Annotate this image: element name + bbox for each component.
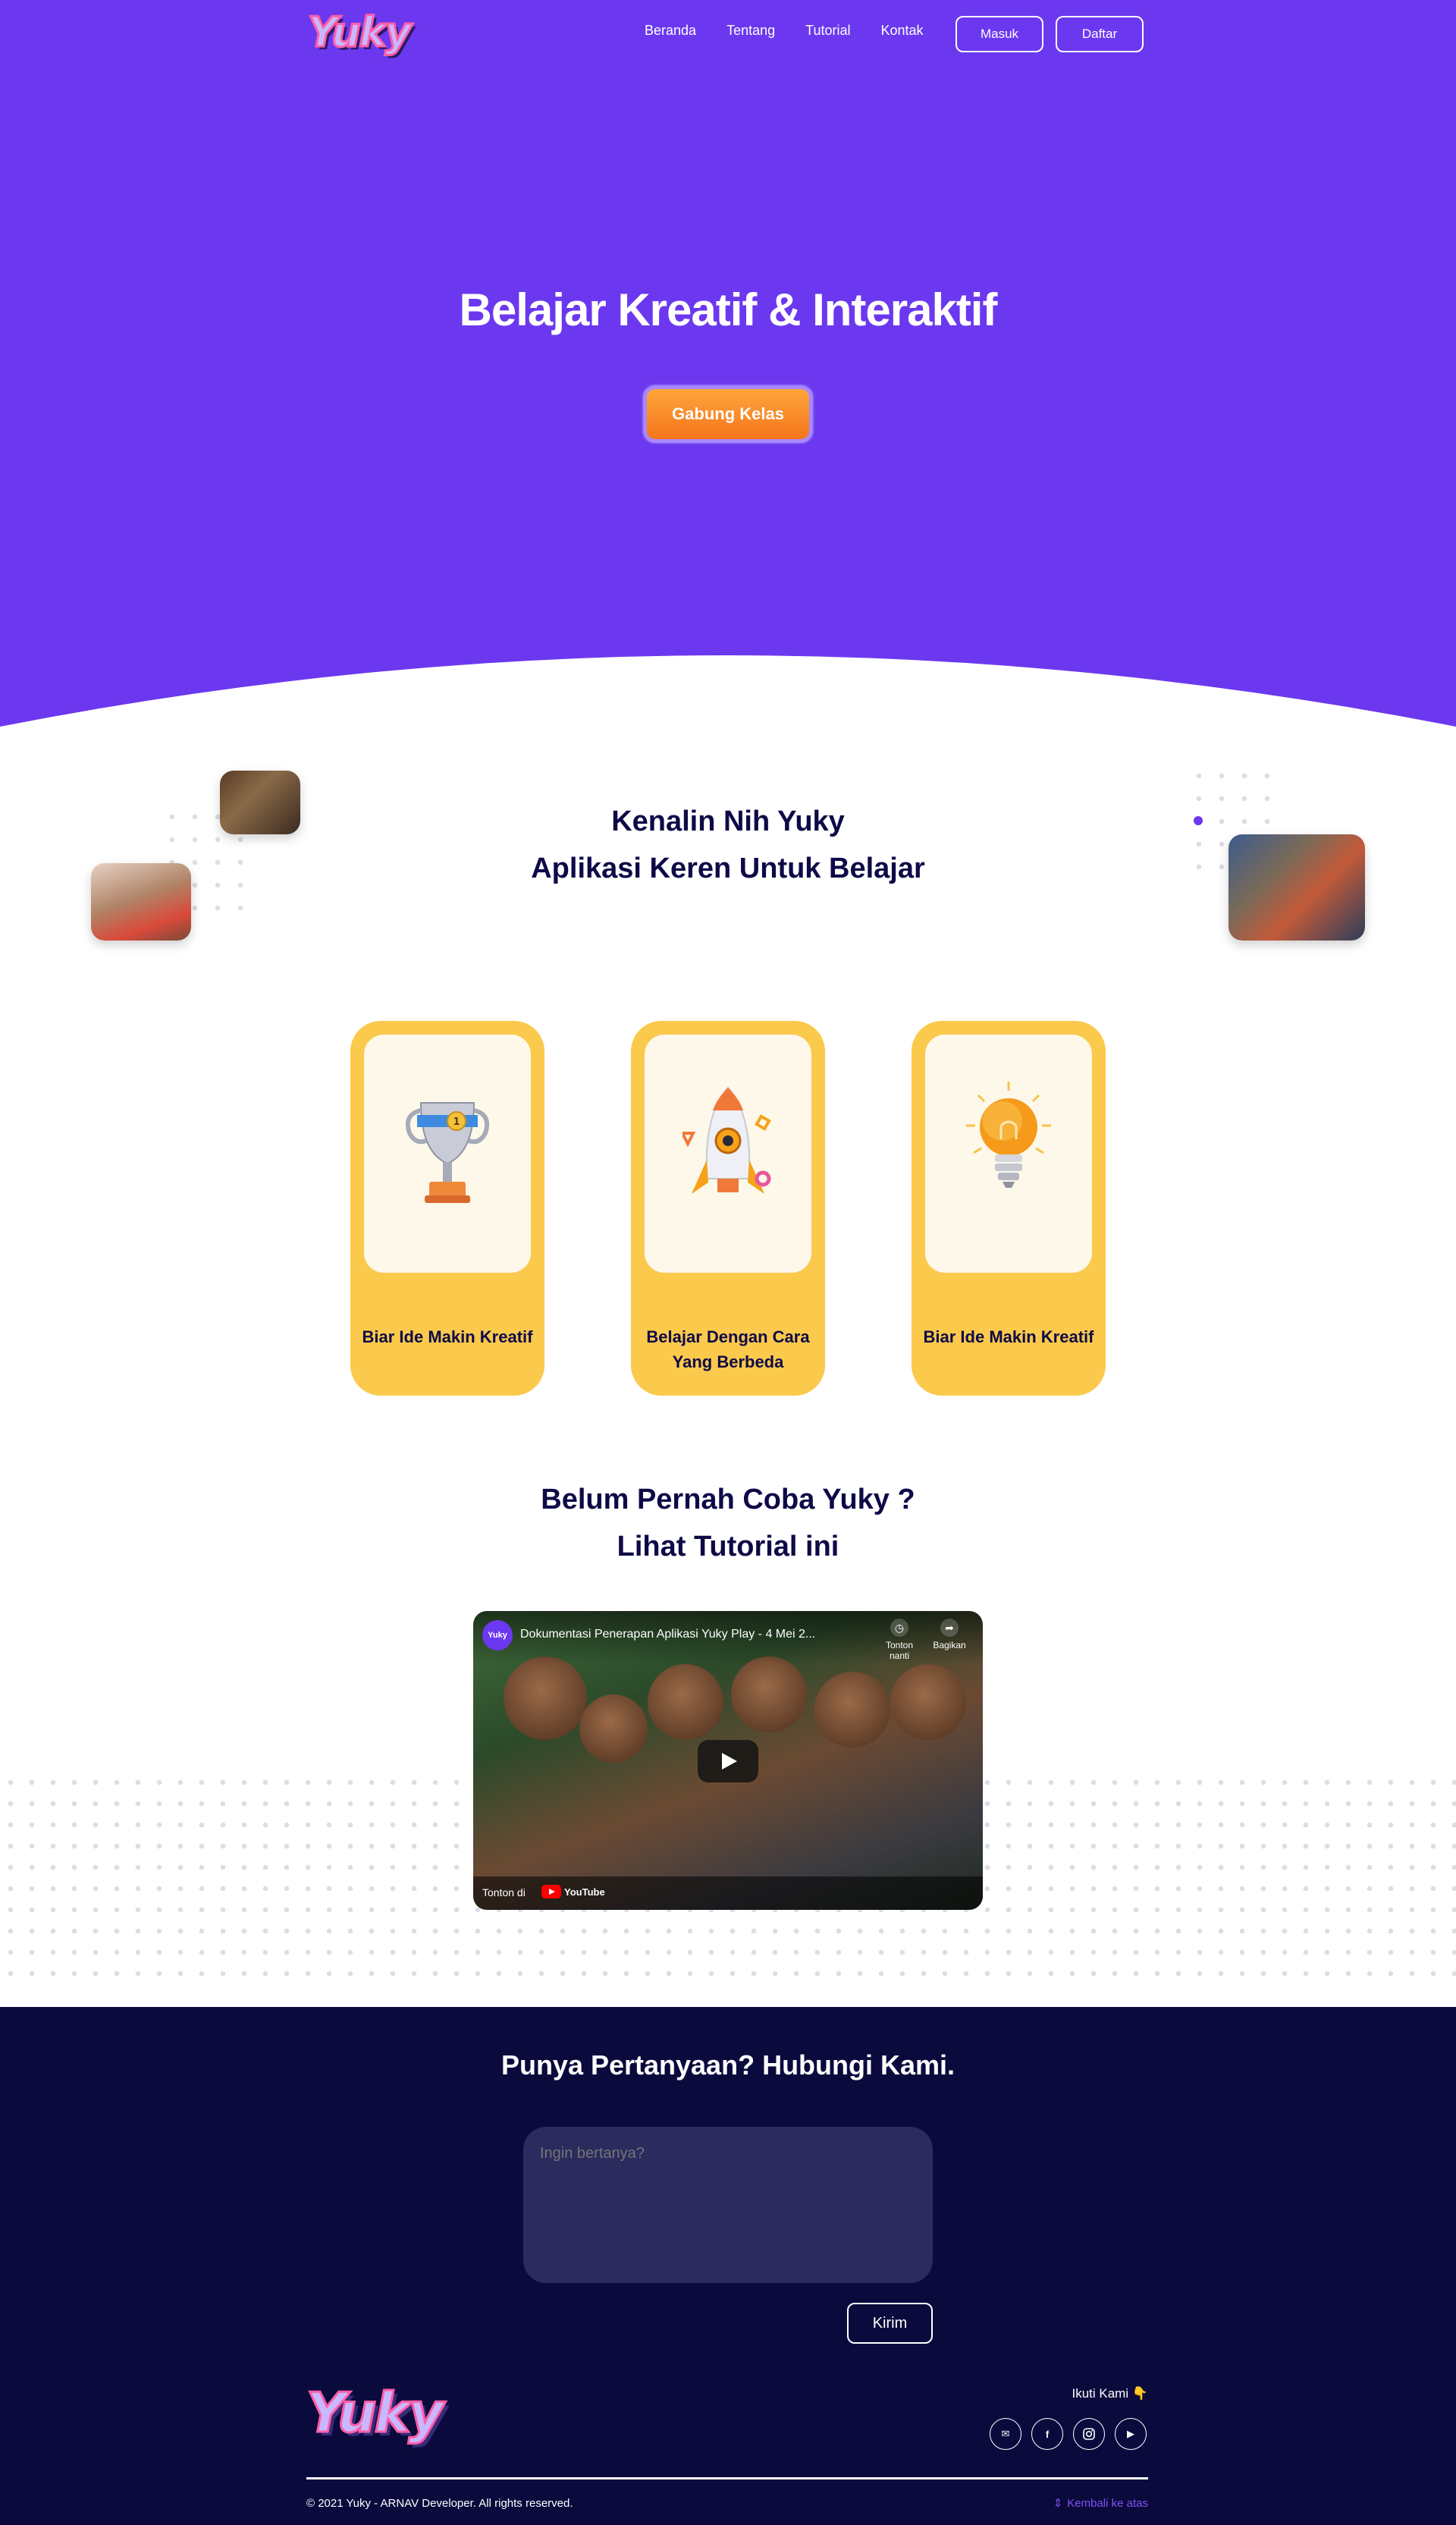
share-label: Bagikan [933, 1640, 966, 1650]
lightbulb-icon [966, 1082, 1051, 1188]
watch-later-button[interactable]: ◷ Tonton nanti [877, 1619, 922, 1661]
tutorial-video-player[interactable]: Yuky Dokumentasi Penerapan Aplikasi Yuky… [473, 1611, 983, 1910]
svg-text:1: 1 [453, 1116, 460, 1128]
about-heading: Kenalin Nih Yuky Aplikasi Keren Untuk Be… [0, 798, 1456, 892]
nav-link-kontak[interactable]: Kontak [880, 23, 923, 39]
share-button[interactable]: ➦ Bagikan [927, 1619, 972, 1650]
mail-icon[interactable]: ✉ [990, 2418, 1021, 2450]
youtube-play-icon [541, 1885, 561, 1898]
youtube-icon[interactable]: ▶ [1115, 2418, 1147, 2450]
feature-card-2: Belajar Dengan Cara Yang Berbeda [631, 1021, 825, 1396]
nav-link-tentang[interactable]: Tentang [726, 23, 775, 39]
question-input[interactable] [523, 2127, 933, 2283]
nav-links: Beranda Tentang Tutorial Kontak [645, 23, 924, 39]
login-button[interactable]: Masuk [956, 16, 1043, 52]
watch-later-label: Tonton nanti [885, 1640, 914, 1661]
tutorial-heading: Belum Pernah Coba Yuky ? Lihat Tutorial … [0, 1476, 1456, 1570]
brand-logo[interactable]: Yuky [307, 6, 413, 59]
rocket-icon [682, 1086, 771, 1194]
back-to-top-link[interactable]: ⇕ Kembali ke atas [1040, 2496, 1148, 2511]
feature-card-image: 1 [364, 1035, 531, 1273]
feature-label-1: Biar Ide Makin Kreatif [362, 1327, 533, 1346]
clock-icon: ◷ [890, 1619, 908, 1637]
about-title-line1: Kenalin Nih Yuky [611, 806, 845, 837]
nav-link-beranda[interactable]: Beranda [645, 23, 696, 39]
hero-title: Belajar Kreatif & Interaktif [459, 284, 998, 335]
video-thumbnail-detail [579, 1694, 648, 1763]
watch-on-label: Tonton di [482, 1886, 526, 1898]
copyright-text: © 2021 Yuky - ARNAV Developer. All right… [306, 2497, 573, 2510]
share-icon: ➦ [940, 1619, 959, 1637]
back-to-top-label: Kembali ke atas [1067, 2496, 1148, 2510]
join-class-button[interactable]: Gabung Kelas [643, 385, 813, 443]
tutorial-title-line1: Belum Pernah Coba Yuky ? [541, 1484, 915, 1515]
footer-divider [306, 2477, 1148, 2479]
contact-heading: Punya Pertanyaan? Hubungi Kami. [500, 2049, 956, 2081]
footer-logo[interactable]: Yuky [305, 2379, 444, 2447]
youtube-wordmark: YouTube [564, 1886, 605, 1898]
channel-avatar[interactable]: Yuky [482, 1620, 513, 1650]
feature-label-3: Biar Ide Makin Kreatif [923, 1327, 1094, 1346]
video-thumbnail-detail [890, 1664, 966, 1740]
video-thumbnail-detail [648, 1664, 723, 1740]
video-footer-bar: Tonton di YouTube [473, 1876, 983, 1910]
video-title[interactable]: Dokumentasi Penerapan Aplikasi Yuky Play… [520, 1628, 815, 1641]
top-navbar: Yuky Beranda Tentang Tutorial Kontak Mas… [0, 0, 1456, 67]
video-thumbnail-detail [504, 1657, 587, 1740]
footer-section: Punya Pertanyaan? Hubungi Kami. Kirim Yu… [0, 2007, 1456, 2525]
send-button[interactable]: Kirim [847, 2303, 933, 2344]
play-button[interactable] [698, 1740, 758, 1782]
tutorial-title-line2: Lihat Tutorial ini [617, 1531, 839, 1562]
video-header-bar: Yuky Dokumentasi Penerapan Aplikasi Yuky… [473, 1611, 983, 1664]
instagram-icon[interactable] [1073, 2418, 1105, 2450]
feature-card-3: Biar Ide Makin Kreatif [912, 1021, 1106, 1396]
hero-section: Yuky Beranda Tentang Tutorial Kontak Mas… [0, 0, 1456, 758]
feature-card-1: 1 Biar Ide Makin Kreatif [350, 1021, 544, 1396]
trophy-icon: 1 [405, 1102, 490, 1203]
video-thumbnail-detail [814, 1672, 890, 1748]
facebook-icon[interactable]: f [1031, 2418, 1063, 2450]
youtube-logo-link[interactable]: YouTube [541, 1885, 605, 1898]
about-title-line2: Aplikasi Keren Untuk Belajar [531, 853, 925, 884]
follow-us-label: Ikuti Kami 👇 [1072, 2386, 1148, 2401]
hero-curve-shape [0, 655, 1456, 758]
feature-label-2: Belajar Dengan Cara Yang Berbeda [646, 1327, 810, 1371]
instagram-glyph [1083, 2428, 1095, 2440]
feature-card-image [645, 1035, 811, 1273]
nav-link-tutorial[interactable]: Tutorial [805, 23, 850, 39]
arrows-icon: ⇕ [1053, 2497, 1063, 2510]
video-thumbnail-detail [731, 1657, 807, 1732]
register-button[interactable]: Daftar [1056, 16, 1144, 52]
feature-card-image [925, 1035, 1092, 1273]
